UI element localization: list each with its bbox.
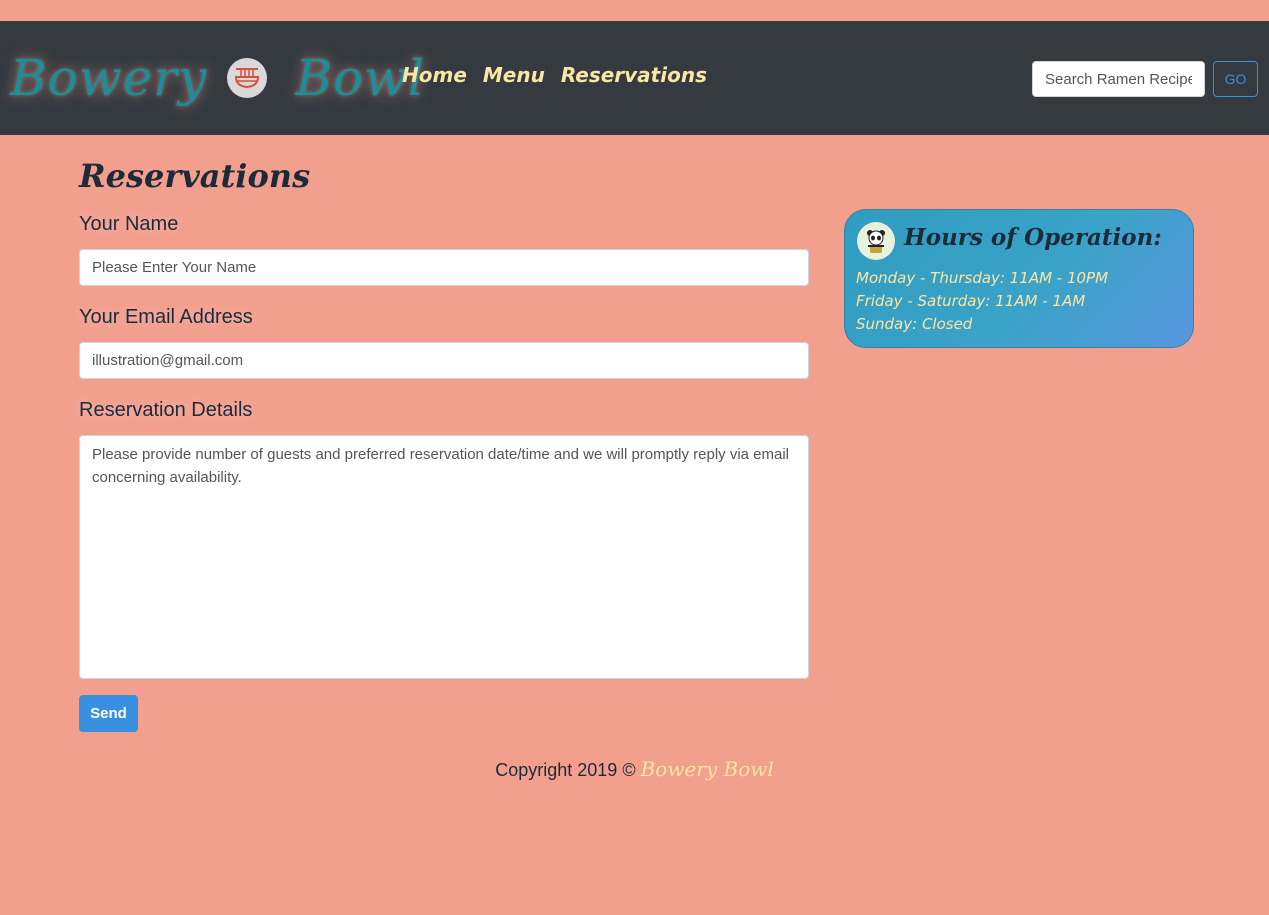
email-field[interactable] <box>79 342 809 379</box>
brand-name-left: Bowery <box>10 49 208 107</box>
go-button[interactable]: GO <box>1213 61 1258 97</box>
main-nav: Home Menu Reservations <box>402 63 707 87</box>
search-input[interactable] <box>1032 61 1205 97</box>
copyright-text: Copyright 2019 © <box>495 760 636 780</box>
hours-sunday: Sunday: Closed <box>856 315 973 333</box>
send-button[interactable]: Send <box>79 695 138 732</box>
page-title: Reservations <box>79 157 311 195</box>
email-label: Your Email Address <box>79 306 253 328</box>
footer-brand: Bowery Bowl <box>640 757 774 781</box>
navbar: Bowery Bowl Home Menu Reservations GO <box>0 21 1269 135</box>
name-field[interactable] <box>79 249 809 286</box>
name-label: Your Name <box>79 213 179 235</box>
hours-weekday: Monday - Thursday: 11AM - 10PM <box>856 269 1109 287</box>
nav-menu[interactable]: Menu <box>483 63 545 87</box>
footer: Copyright 2019 © Bowery Bowl <box>0 757 1269 781</box>
hours-title: Hours of Operation: <box>904 224 1162 251</box>
nav-reservations[interactable]: Reservations <box>561 63 707 87</box>
brand-logo[interactable]: Bowery Bowl <box>10 43 425 113</box>
reservation-details-textarea[interactable] <box>79 435 809 679</box>
details-label: Reservation Details <box>79 399 253 421</box>
nav-home[interactable]: Home <box>402 63 467 87</box>
ramen-bowl-icon <box>227 58 268 98</box>
hours-card: Hours of Operation: Monday - Thursday: 1… <box>844 209 1194 348</box>
panda-icon <box>857 222 895 260</box>
hours-weekend: Friday - Saturday: 11AM - 1AM <box>856 292 1086 310</box>
